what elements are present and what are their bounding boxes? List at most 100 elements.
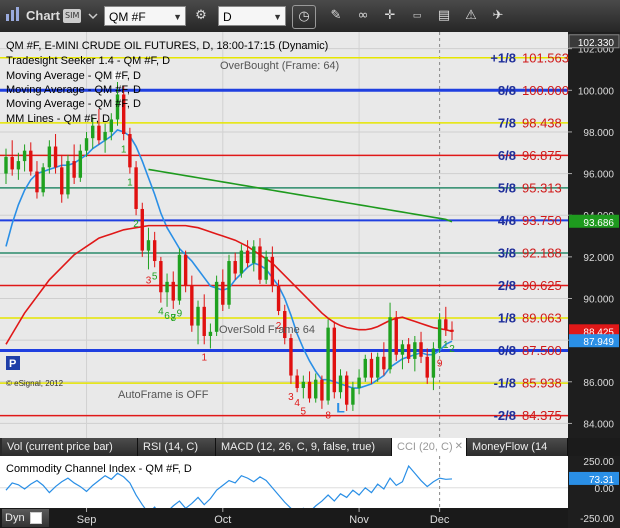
seeker-marker: 8: [325, 411, 331, 422]
candle-body: [264, 256, 268, 280]
candle-body: [444, 319, 448, 330]
mm-value: 87.500: [522, 343, 562, 358]
candle-body: [301, 381, 306, 389]
alert-icon[interactable]: ⚠: [460, 5, 482, 27]
close-icon[interactable]: ✕: [455, 438, 463, 456]
mm-label: -1/8: [494, 376, 516, 391]
p-badge[interactable]: P: [6, 356, 20, 370]
candle-body: [320, 379, 324, 401]
candle-body: [425, 356, 429, 378]
candle-body: [196, 306, 200, 326]
autoframe-label: AutoFrame is OFF: [118, 389, 209, 401]
mm-label: 0/8: [498, 343, 516, 358]
seeker-marker: 5: [152, 271, 158, 282]
interval-value: D: [223, 10, 232, 24]
toolbar: Chart SIM QM #F ▼ ⚙ D ▼ ◷ ✎ ∞ ✛ ▭ ▤ ⚠ ✈: [0, 0, 620, 33]
time-tick-label: Oct: [214, 514, 231, 526]
candle-body: [53, 146, 58, 168]
candle-body: [72, 161, 76, 178]
mm-value: 98.438: [522, 115, 562, 130]
seeker-marker: 4: [294, 398, 300, 409]
seeker-marker: 4: [158, 307, 164, 318]
send-icon[interactable]: ✈: [487, 5, 509, 27]
settings-gear-icon[interactable]: ⚙: [190, 5, 212, 27]
mm-label: 1/8: [498, 311, 516, 326]
tab-rsi[interactable]: RSI (14, C): [138, 438, 216, 456]
mm-label: 4/8: [498, 213, 516, 228]
candle-body: [171, 281, 175, 301]
candle-body: [388, 317, 392, 370]
candle-body: [109, 119, 114, 132]
price-chart[interactable]: H1213 54 6 7 9812345 8L91 2 +1/8 101.5638/8 100.…: [0, 32, 620, 438]
seeker-marker: 3: [288, 392, 294, 403]
candle-body: [60, 167, 64, 195]
mm-value: 95.313: [522, 180, 562, 195]
symbol-input[interactable]: QM #F ▼: [104, 6, 186, 26]
chart-area: H1213546798123458L912 +1/8 101.563 8/8 100.…: [0, 32, 620, 528]
candle-body: [363, 358, 367, 378]
tab-macd[interactable]: MACD (12, 26, C, 9, false, true): [216, 438, 392, 456]
seeker-marker: 1: [127, 178, 133, 189]
axis-tick-label: 100.000: [578, 86, 615, 97]
seeker-marker: 2: [449, 344, 455, 355]
seeker-marker: 8: [170, 313, 176, 324]
candle-body: [344, 375, 349, 405]
candle-body: [295, 375, 299, 389]
cci-tick-label: -250.00: [580, 514, 614, 525]
tab-label: MoneyFlow (14: [472, 441, 548, 453]
crosshair-icon[interactable]: ✛: [379, 5, 401, 27]
candle-body: [16, 161, 21, 170]
tab-vol[interactable]: Vol (current price bar): [2, 438, 138, 456]
seeker-marker: 5: [301, 406, 307, 417]
cci-title: Commodity Channel Index - QM #F, D: [6, 463, 192, 475]
candle-body: [437, 319, 442, 349]
seeker-marker: 1: [443, 340, 449, 351]
tab-cci[interactable]: CCI (20, C) ✕: [392, 438, 467, 456]
candle-body: [406, 344, 411, 359]
candle-body: [103, 131, 107, 141]
trade-icon[interactable]: ▤: [433, 5, 455, 27]
seeker-marker: 9: [437, 359, 443, 370]
study-line: Moving Average - QM #F, D: [6, 98, 141, 110]
candle-body: [22, 150, 27, 162]
tab-moneyflow[interactable]: MoneyFlow (14: [467, 438, 568, 456]
candle-body: [128, 134, 132, 168]
draw-pencil-icon[interactable]: ✎: [325, 5, 347, 27]
candle-body: [338, 375, 343, 393]
candle-body: [91, 125, 95, 139]
seeker-marker: 1: [121, 144, 127, 155]
candle-body: [233, 261, 237, 274]
candle-body: [183, 254, 188, 287]
clock-icon[interactable]: ◷: [292, 5, 316, 29]
candle-body: [394, 317, 398, 355]
candle-body: [258, 246, 262, 280]
seeker-marker: 1: [201, 352, 207, 363]
link-icon[interactable]: ∞: [352, 5, 374, 27]
candle-body: [326, 327, 330, 401]
candle-body: [419, 342, 423, 357]
chart-icon[interactable]: [2, 5, 24, 27]
overbought-label: OverBought (Frame: 64): [220, 60, 339, 72]
candle-body: [66, 161, 70, 195]
candle-body: [245, 250, 250, 264]
dropdown-icon[interactable]: [88, 9, 98, 23]
mm-label: 6/8: [498, 148, 516, 163]
price-badge-value: 87.949: [583, 337, 614, 348]
tab-label: MACD (12, 26, C, 9, false, true): [221, 441, 376, 453]
candle-body: [29, 150, 33, 172]
interval-input[interactable]: D ▼: [218, 6, 286, 26]
chevron-down-icon[interactable]: ▼: [273, 7, 282, 27]
ask-icon[interactable]: ▭: [406, 5, 428, 27]
mm-value: 90.625: [522, 278, 562, 293]
candle-body: [276, 286, 281, 311]
candle-body: [413, 342, 417, 359]
mm-value: 101.563: [522, 50, 569, 65]
candle-body: [431, 348, 436, 378]
candle-body: [214, 281, 219, 332]
mm-value: 84.375: [522, 408, 562, 423]
chevron-down-icon[interactable]: ▼: [173, 7, 182, 27]
sim-badge: SIM: [63, 9, 82, 23]
candle-body: [152, 240, 157, 262]
axis-tick-label: 84.000: [583, 419, 614, 430]
candle-body: [357, 377, 361, 389]
